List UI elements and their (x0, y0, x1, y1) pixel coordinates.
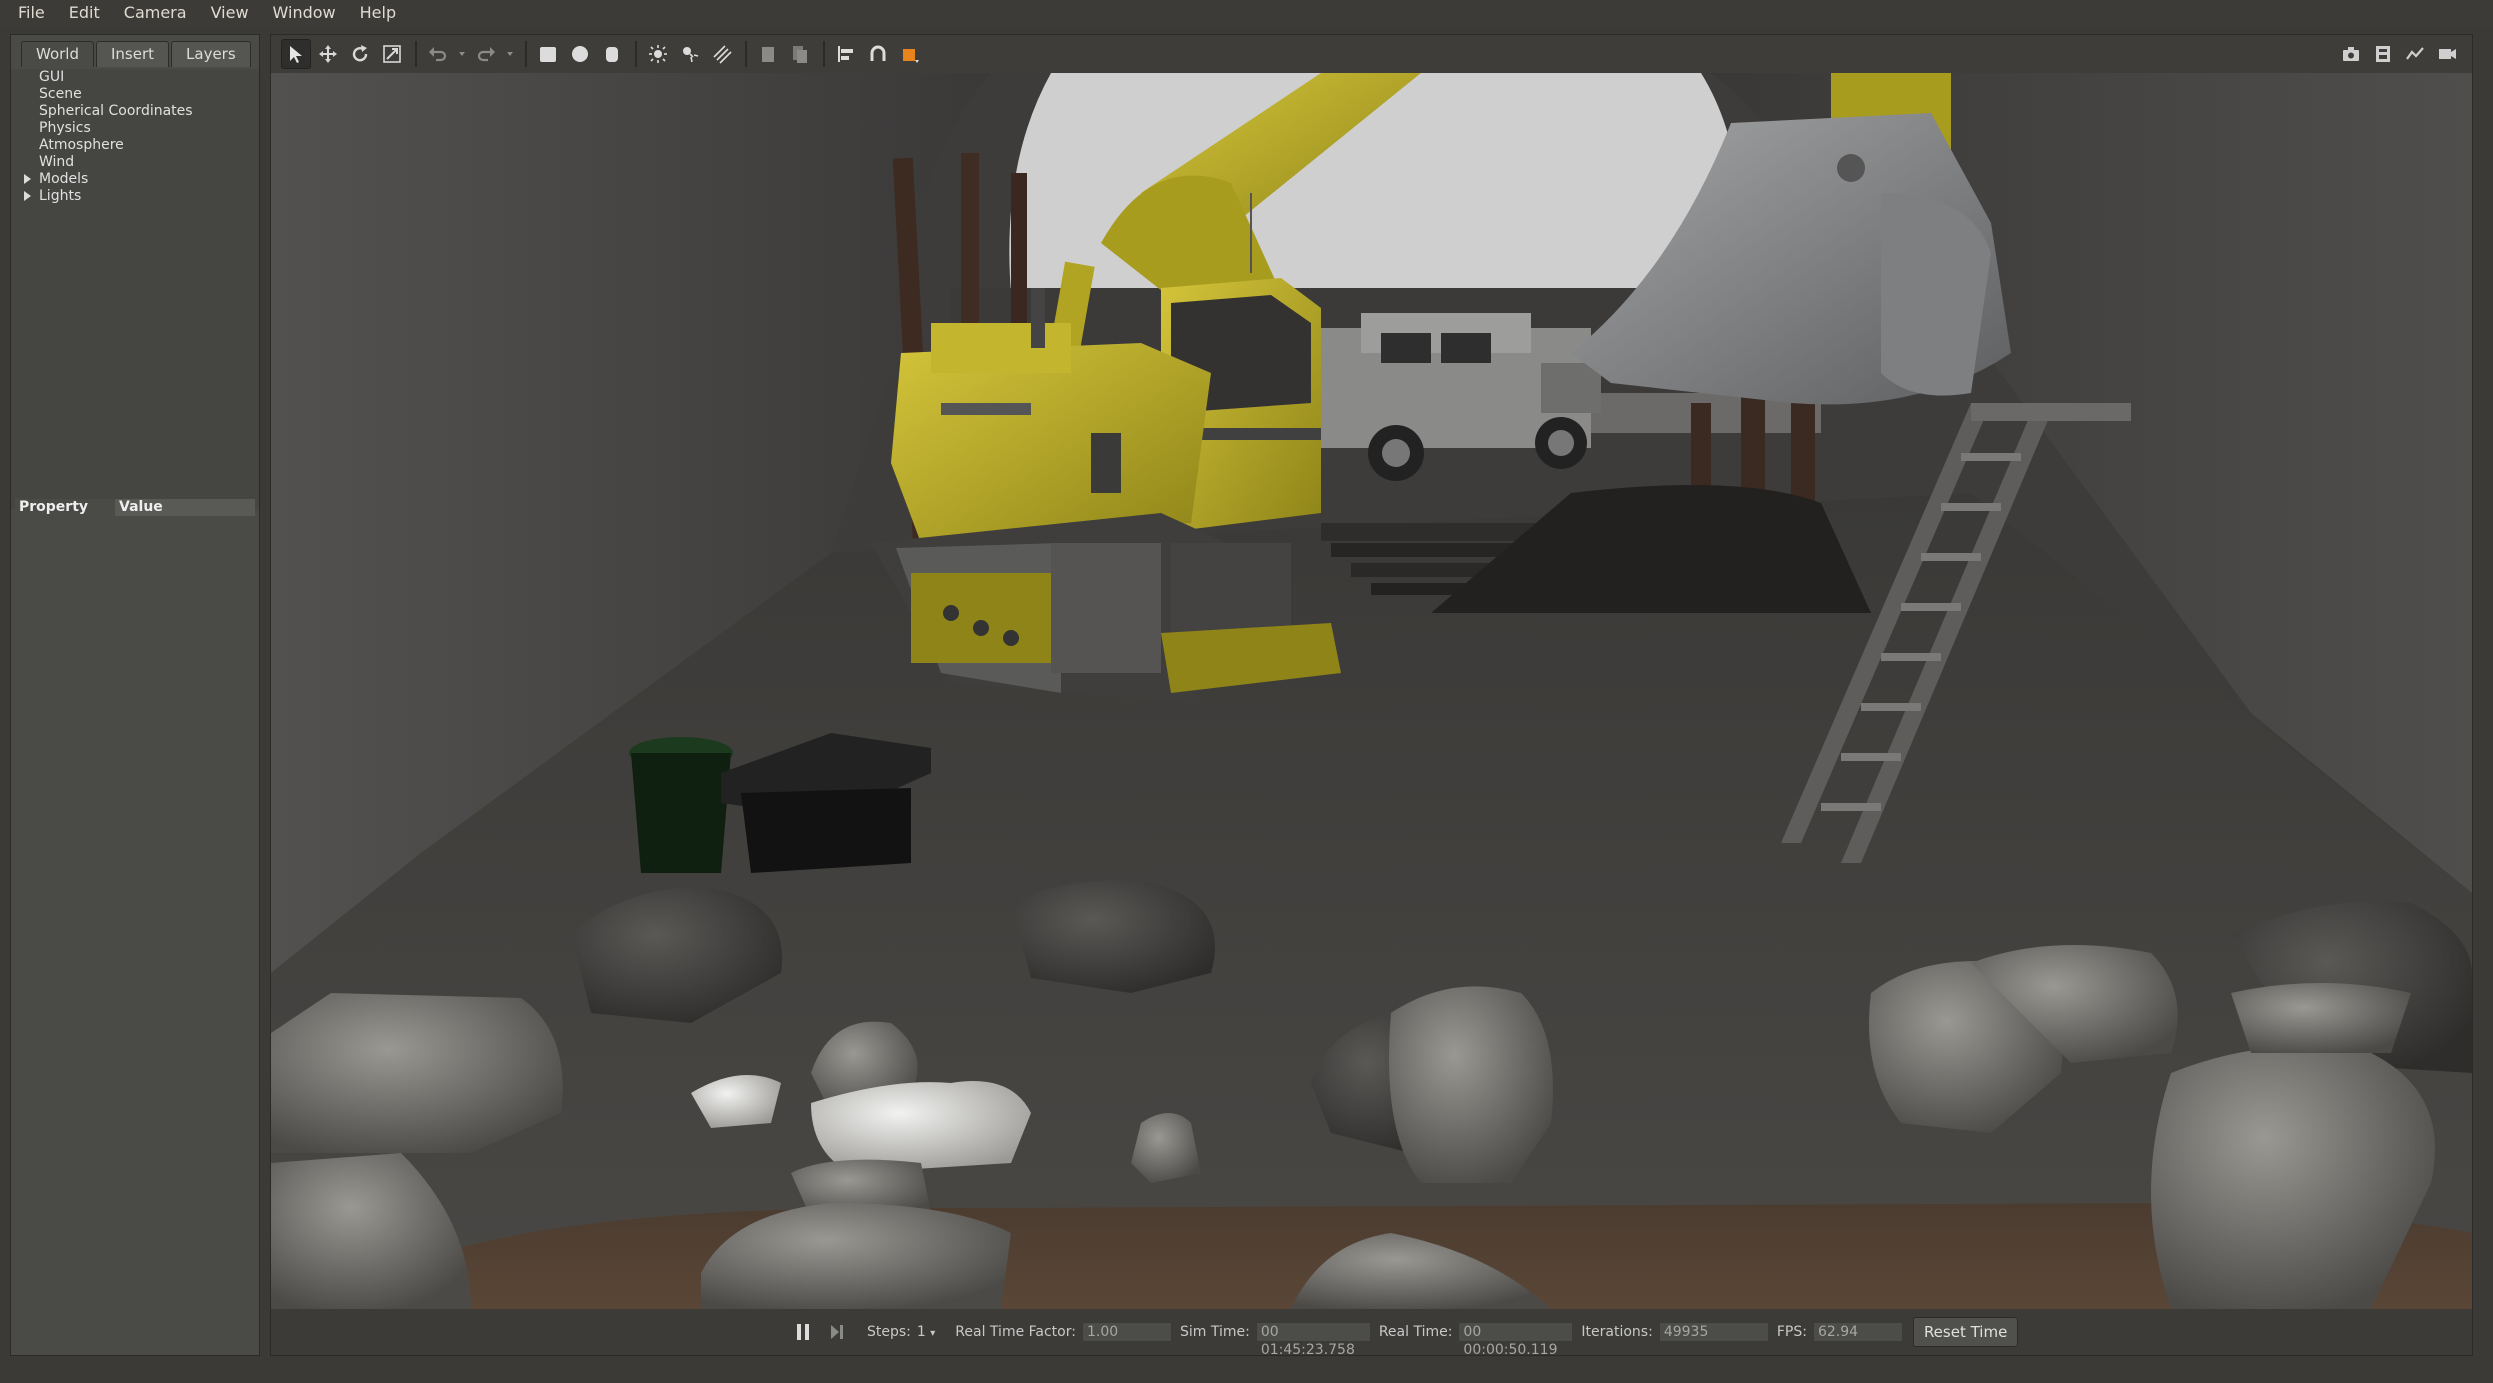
tab-layers[interactable]: Layers (171, 41, 251, 67)
pause-icon (797, 1324, 809, 1340)
tree-item-atmosphere[interactable]: Atmosphere (11, 137, 259, 154)
rock (1011, 880, 1215, 993)
step-icon (831, 1325, 843, 1339)
real-time-factor-field: 1.00 (1081, 1322, 1172, 1342)
toolbar-separator (415, 41, 417, 67)
point-light-icon[interactable] (643, 39, 673, 69)
expand-arrow-icon[interactable] (24, 174, 31, 184)
tab-insert[interactable]: Insert (96, 41, 170, 67)
world-tree: GUI Scene Spherical Coordinates Physics … (11, 69, 259, 509)
select-arrow-icon[interactable] (281, 39, 311, 69)
redo-dropdown-icon[interactable] (503, 39, 517, 69)
fps-label: FPS: (1776, 1324, 1807, 1340)
rock (2231, 983, 2411, 1053)
toolbar-right (2336, 39, 2464, 69)
copy-icon[interactable] (753, 39, 783, 69)
toolbar-separator (635, 41, 637, 67)
menu-camera[interactable]: Camera (112, 0, 199, 26)
menu-edit[interactable]: Edit (57, 0, 112, 26)
toolbar (271, 35, 2472, 73)
plot-icon[interactable] (2400, 39, 2430, 69)
rock (1389, 986, 1553, 1183)
toolbar-separator (525, 41, 527, 67)
paste-icon[interactable] (785, 39, 815, 69)
steps-label: Steps: (867, 1324, 911, 1340)
property-column-header: Property (15, 499, 115, 516)
simulation-status-bar: Steps: 1 ▾ Real Time Factor: 1.00 Sim Ti… (271, 1309, 2472, 1358)
rotate-icon[interactable] (345, 39, 375, 69)
menu-file[interactable]: File (6, 0, 57, 26)
menu-help[interactable]: Help (348, 0, 408, 26)
real-time-field: 00 00:00:50.119 (1458, 1322, 1574, 1358)
undo-dropdown-icon[interactable] (455, 39, 469, 69)
tree-item-lights[interactable]: Lights (11, 188, 259, 205)
snap-icon[interactable] (863, 39, 893, 69)
toolbar-separator (823, 41, 825, 67)
tree-item-spherical-coordinates[interactable]: Spherical Coordinates (11, 103, 259, 120)
log-icon[interactable] (2368, 39, 2398, 69)
scale-icon[interactable] (377, 39, 407, 69)
steps-spinbox[interactable]: 1 ▾ (917, 1324, 935, 1340)
reset-time-button[interactable]: Reset Time (1912, 1317, 2019, 1347)
scene-render (271, 73, 2472, 1309)
rock (811, 1081, 1031, 1173)
tree-item-models-label: Models (39, 171, 89, 187)
menu-window[interactable]: Window (261, 0, 348, 26)
tree-item-gui[interactable]: GUI (11, 69, 259, 86)
translate-icon[interactable] (313, 39, 343, 69)
tree-item-models[interactable]: Models (11, 171, 259, 188)
sim-time-label: Sim Time: (1179, 1324, 1250, 1340)
tree-item-physics[interactable]: Physics (11, 120, 259, 137)
sim-time-field: 00 01:45:23.758 (1255, 1322, 1371, 1358)
undo-icon[interactable] (423, 39, 453, 69)
toolbar-separator (745, 41, 747, 67)
iterations-field: 49935 (1658, 1322, 1769, 1342)
tree-item-wind[interactable]: Wind (11, 154, 259, 171)
cylinder-icon[interactable] (597, 39, 627, 69)
tree-item-lights-label: Lights (39, 188, 82, 204)
real-time-label: Real Time: (1378, 1324, 1453, 1340)
steps-value: 1 (916, 1324, 926, 1340)
view-angle-icon[interactable] (895, 39, 925, 69)
expand-arrow-icon[interactable] (24, 191, 31, 201)
screenshot-icon[interactable] (2336, 39, 2366, 69)
iterations-label: Iterations: (1581, 1324, 1653, 1340)
chevron-down-icon[interactable]: ▾ (930, 1328, 935, 1339)
fps-field: 62.94 (1812, 1322, 1903, 1342)
record-icon[interactable] (2432, 39, 2462, 69)
directional-light-icon[interactable] (707, 39, 737, 69)
left-panel-tabs: World Insert Layers (21, 41, 253, 67)
render-frame: Steps: 1 ▾ Real Time Factor: 1.00 Sim Ti… (270, 34, 2473, 1358)
menubar: File Edit Camera View Window Help (0, 0, 2493, 26)
gazebo-window: File Edit Camera View Window Help World … (0, 0, 2493, 1383)
value-column-header: Value (119, 499, 163, 515)
real-time-factor-label: Real Time Factor: (955, 1324, 1076, 1340)
sphere-icon[interactable] (565, 39, 595, 69)
spot-light-icon[interactable] (675, 39, 705, 69)
align-icon[interactable] (831, 39, 861, 69)
tab-world[interactable]: World (21, 41, 94, 67)
step-button[interactable] (825, 1320, 849, 1344)
3d-viewport[interactable] (271, 73, 2472, 1309)
left-panel: World Insert Layers GUI Scene Spherical … (10, 34, 260, 1356)
pause-button[interactable] (791, 1320, 815, 1344)
tree-item-scene[interactable]: Scene (11, 86, 259, 103)
redo-icon[interactable] (471, 39, 501, 69)
rock (1131, 1113, 1201, 1183)
rock (271, 993, 563, 1153)
property-table-header: Property Value (15, 499, 255, 516)
trash-can (629, 737, 733, 873)
menu-view[interactable]: View (199, 0, 261, 26)
box-icon[interactable] (533, 39, 563, 69)
